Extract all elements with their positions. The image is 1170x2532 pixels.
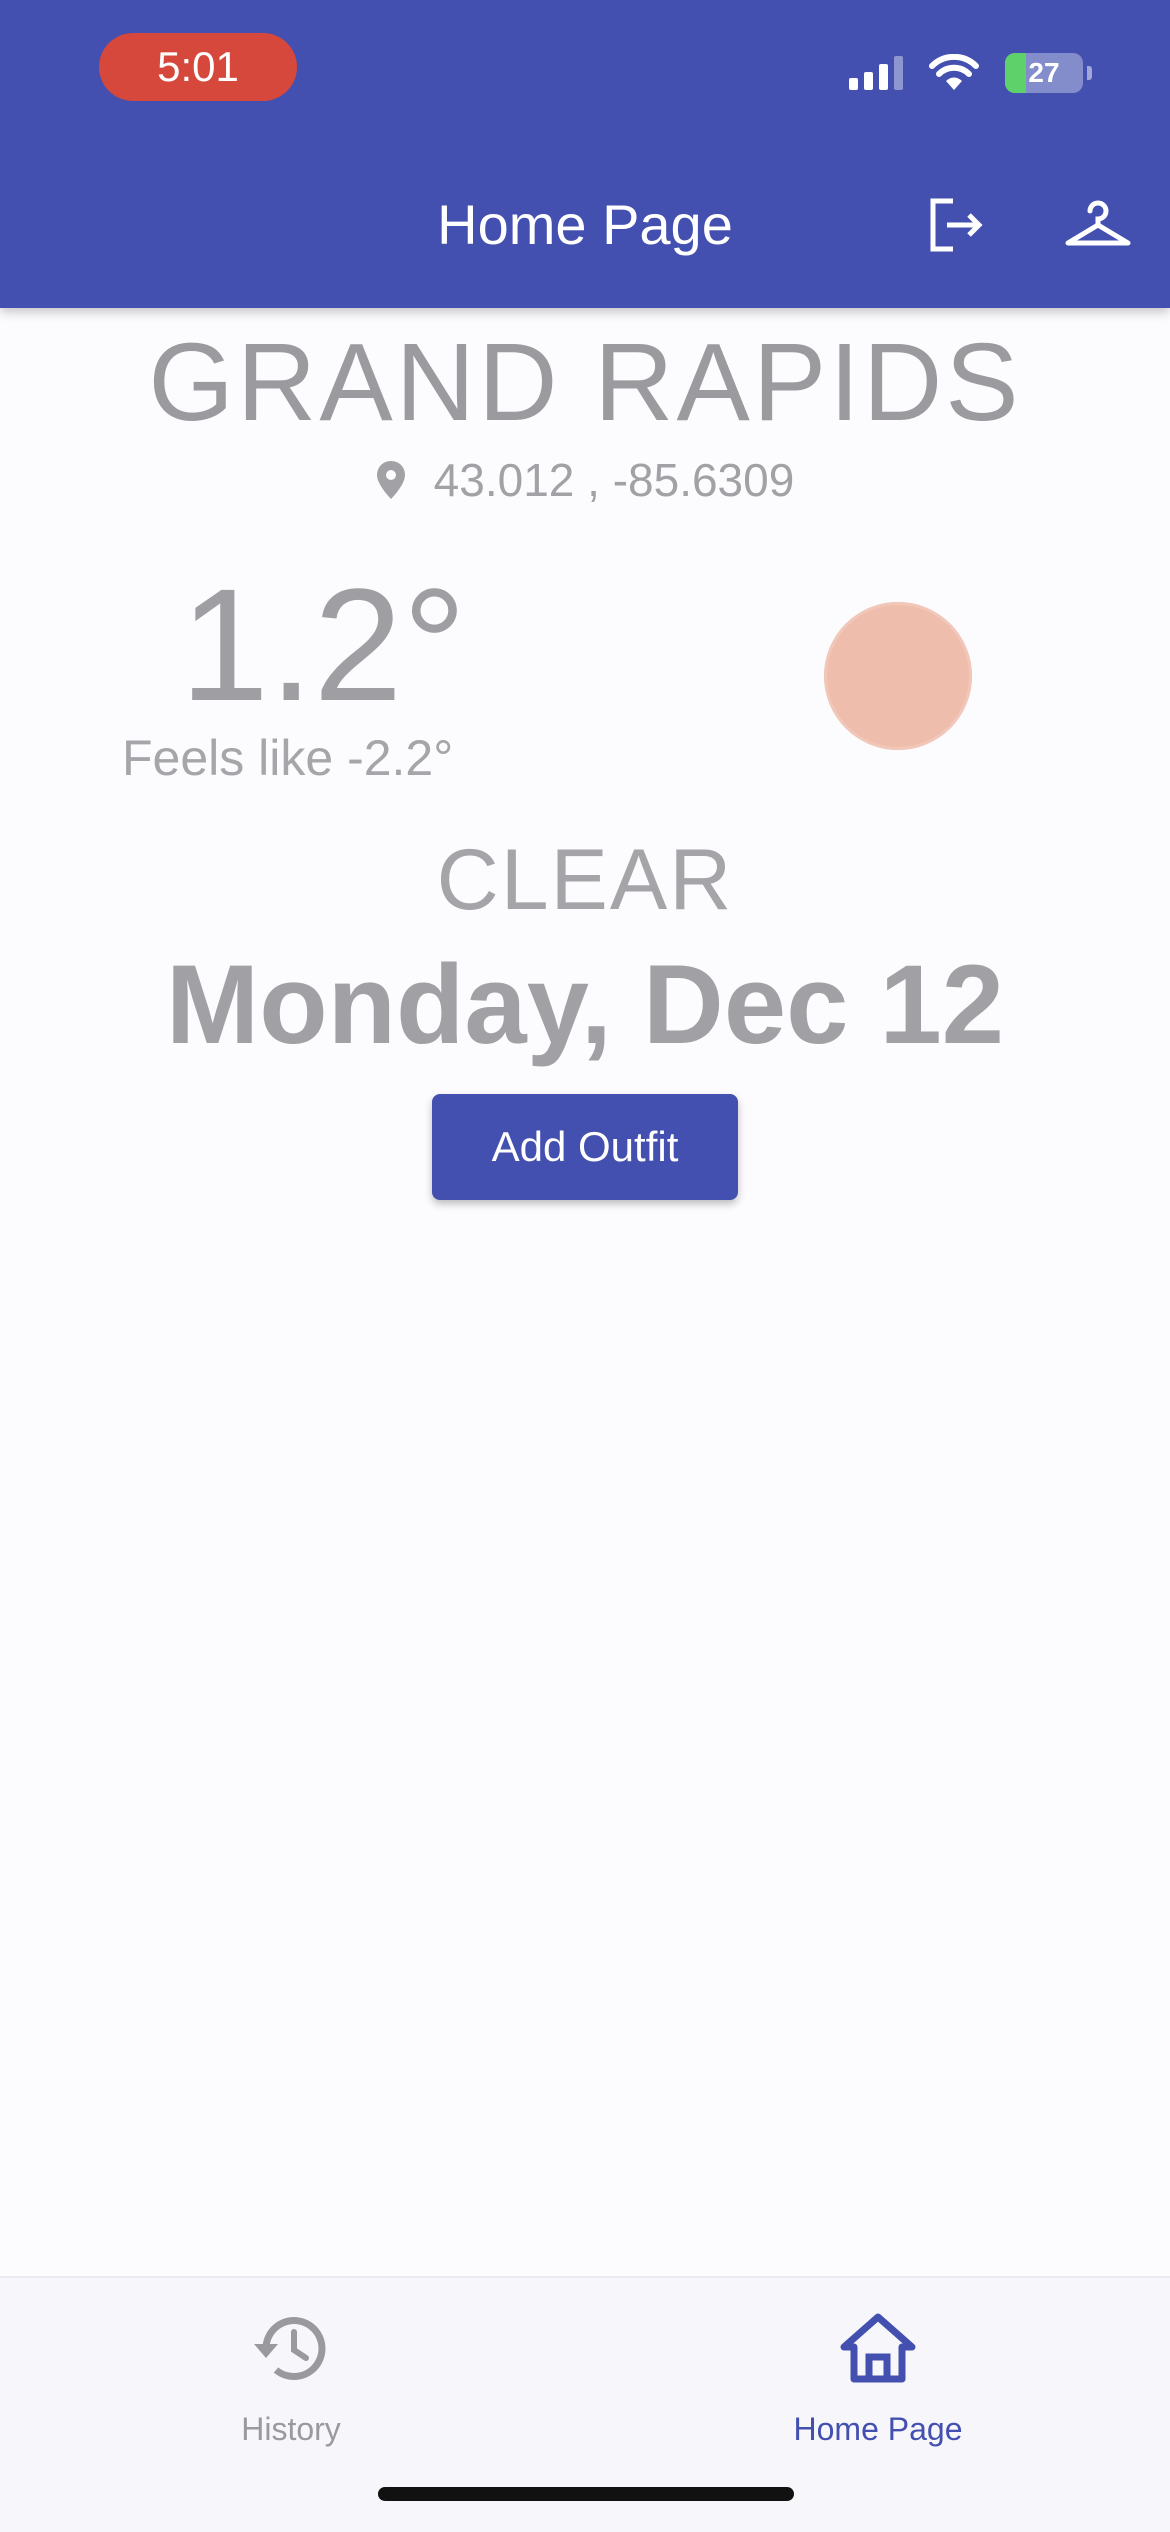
feels-like: Feels like -2.2° [122, 730, 454, 786]
nav-label-history: History [241, 2411, 341, 2447]
location-pin-icon [376, 461, 405, 499]
logout-icon [930, 198, 983, 252]
history-icon [254, 2317, 326, 2380]
battery-icon: 27 [1005, 53, 1083, 93]
battery-percent: 27 [1028, 57, 1060, 88]
coordinates-row: 43.012 , -85.6309 [0, 450, 1170, 510]
logout-button[interactable] [915, 185, 995, 265]
nav-item-home[interactable]: Home Page [728, 2298, 1028, 2452]
add-outfit-button[interactable]: Add Outfit [432, 1094, 738, 1200]
hanger-icon [1065, 200, 1131, 246]
app-bar: 5:01 27 Home Page [0, 0, 1170, 308]
city-name: GRAND RAPIDS [148, 321, 1022, 444]
status-icons: 27 [849, 50, 1092, 96]
battery-tip [1087, 66, 1092, 80]
sun-icon [824, 602, 972, 750]
cellular-signal-icon [849, 56, 903, 90]
status-time: 5:01 [99, 33, 297, 101]
home-indicator [378, 2487, 794, 2501]
weather-condition: CLEAR [436, 832, 734, 928]
nav-label-home: Home Page [793, 2411, 963, 2447]
wardrobe-button[interactable] [1058, 185, 1138, 265]
current-date: Monday, Dec 12 [165, 942, 1005, 1067]
wifi-icon [929, 54, 979, 90]
nav-item-history[interactable]: History [141, 2298, 441, 2452]
coordinates-text: 43.012 , -85.6309 [433, 454, 795, 506]
home-screen: 5:01 27 Home Page GRAND RAPIDS 43.012 , … [0, 0, 1170, 2532]
home-icon [840, 2313, 916, 2383]
temperature: 1.2° [180, 555, 467, 734]
